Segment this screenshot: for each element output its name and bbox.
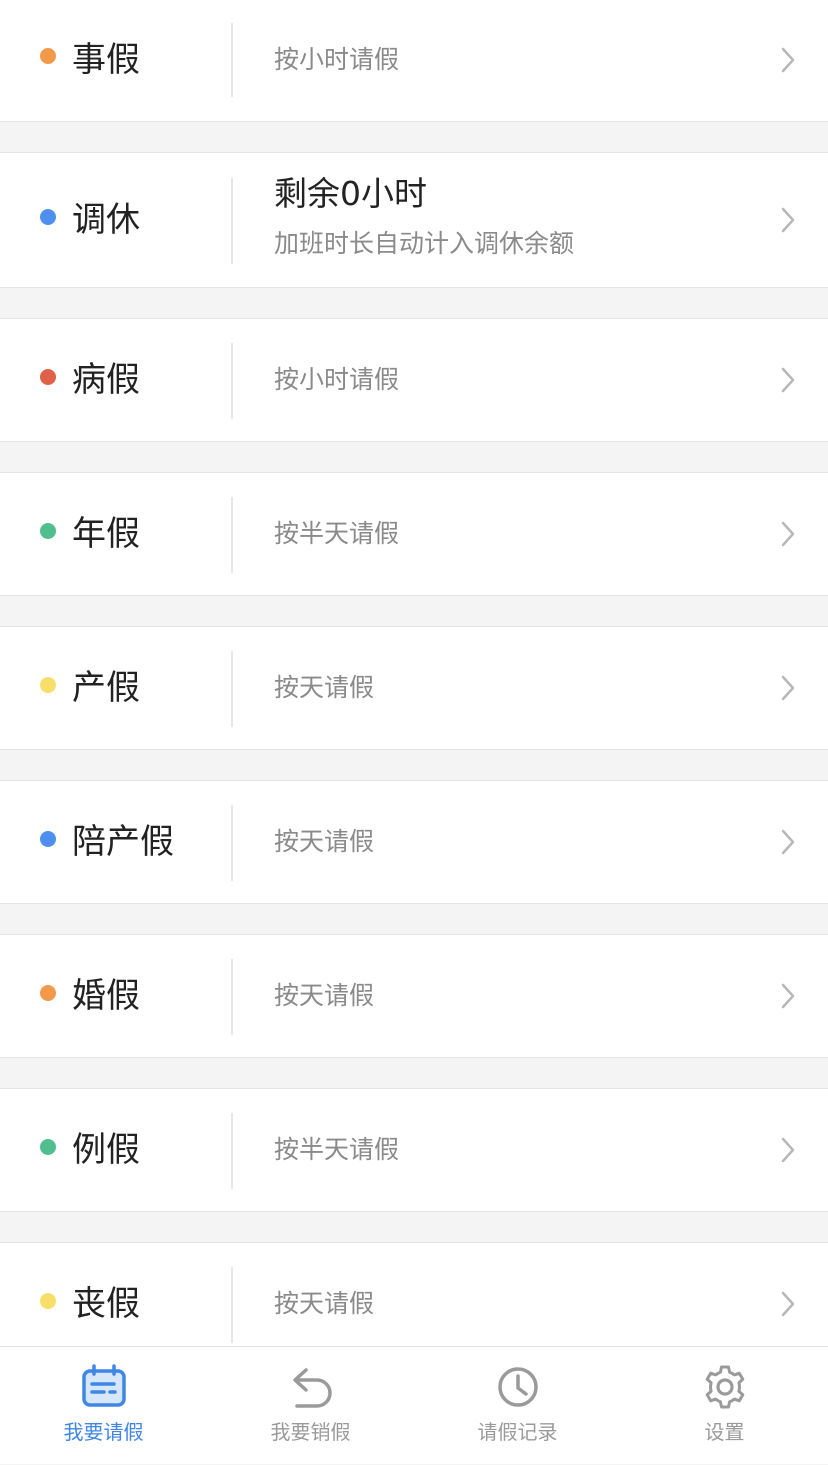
chevron-right-icon: [781, 829, 795, 855]
tab-settings[interactable]: 设置: [621, 1347, 828, 1465]
status-dot: [40, 369, 56, 385]
row-divider: [231, 959, 233, 1035]
status-dot: [40, 677, 56, 693]
leave-row-menstrual[interactable]: 例假 按半天请假: [0, 1088, 828, 1212]
status-dot: [40, 1139, 56, 1155]
status-dot: [40, 48, 56, 64]
leave-desc: 按天请假: [274, 827, 375, 856]
leave-name: 例假: [72, 1130, 140, 1170]
undo-icon: [293, 1368, 332, 1408]
tab-label: 请假记录: [477, 1420, 558, 1444]
leave-name: 调休: [72, 200, 140, 240]
leave-desc: 加班时长自动计入调休余额: [274, 229, 575, 258]
leave-name: 事假: [72, 40, 140, 80]
row-divider: [231, 343, 233, 419]
leave-desc: 按天请假: [274, 1289, 375, 1318]
leave-desc: 按小时请假: [274, 45, 400, 74]
leave-name: 年假: [72, 514, 140, 554]
status-dot: [40, 209, 56, 225]
tab-leave-records[interactable]: 请假记录: [414, 1347, 621, 1465]
clock-icon: [498, 1367, 538, 1407]
tab-request-leave[interactable]: 我要请假: [0, 1347, 207, 1465]
leave-name: 丧假: [72, 1284, 140, 1324]
leave-row-paternity[interactable]: 陪产假 按天请假: [0, 780, 828, 904]
row-divider: [231, 651, 233, 727]
chevron-right-icon: [781, 675, 795, 701]
tab-label: 设置: [704, 1420, 745, 1444]
leave-row-sick[interactable]: 病假 按小时请假: [0, 318, 828, 442]
tab-label: 我要销假: [270, 1420, 351, 1444]
leave-row-compensatory[interactable]: 调休 剩余0小时 加班时长自动计入调休余额: [0, 152, 828, 288]
leave-desc: 按小时请假: [274, 365, 400, 394]
status-dot: [40, 1293, 56, 1309]
leave-row-annual[interactable]: 年假 按半天请假: [0, 472, 828, 596]
chevron-right-icon: [781, 1291, 795, 1317]
leave-name: 病假: [72, 360, 140, 400]
row-divider: [231, 497, 233, 573]
leave-desc: 按天请假: [274, 981, 375, 1010]
row-divider: [231, 1113, 233, 1189]
chevron-right-icon: [781, 367, 795, 393]
status-dot: [40, 831, 56, 847]
leave-desc: 按天请假: [274, 673, 375, 702]
gear-icon: [705, 1365, 745, 1409]
chevron-right-icon: [781, 1137, 795, 1163]
leave-name: 陪产假: [72, 822, 174, 862]
remaining-hours: 剩余0小时: [274, 174, 427, 213]
leave-desc: 按半天请假: [274, 1135, 400, 1164]
tab-cancel-leave[interactable]: 我要销假: [207, 1347, 414, 1465]
row-divider: [231, 1267, 233, 1343]
chevron-right-icon: [781, 207, 795, 233]
leave-row-marriage[interactable]: 婚假 按天请假: [0, 934, 828, 1058]
row-divider: [231, 805, 233, 881]
leave-row-maternity[interactable]: 产假 按天请假: [0, 626, 828, 750]
bottom-tab-bar: 我要请假 我要销假 请假记录 设置: [0, 1346, 828, 1464]
chevron-right-icon: [781, 983, 795, 1009]
leave-row-personal[interactable]: 事假 按小时请假: [0, 0, 828, 122]
status-dot: [40, 523, 56, 539]
leave-desc: 按半天请假: [274, 519, 400, 548]
row-divider: [231, 23, 233, 97]
leave-name: 产假: [72, 668, 140, 708]
chevron-right-icon: [781, 47, 795, 73]
calendar-icon: [82, 1364, 126, 1407]
leave-type-list: 事假 按小时请假 调休 剩余0小时 加班时长自动计入调休余额 病假 按小时请假 …: [0, 0, 828, 1346]
row-divider: [231, 178, 233, 264]
status-dot: [40, 985, 56, 1001]
leave-row-bereavement[interactable]: 丧假 按天请假: [0, 1242, 828, 1346]
tab-label: 我要请假: [63, 1420, 144, 1444]
chevron-right-icon: [781, 521, 795, 547]
leave-name: 婚假: [72, 976, 140, 1016]
